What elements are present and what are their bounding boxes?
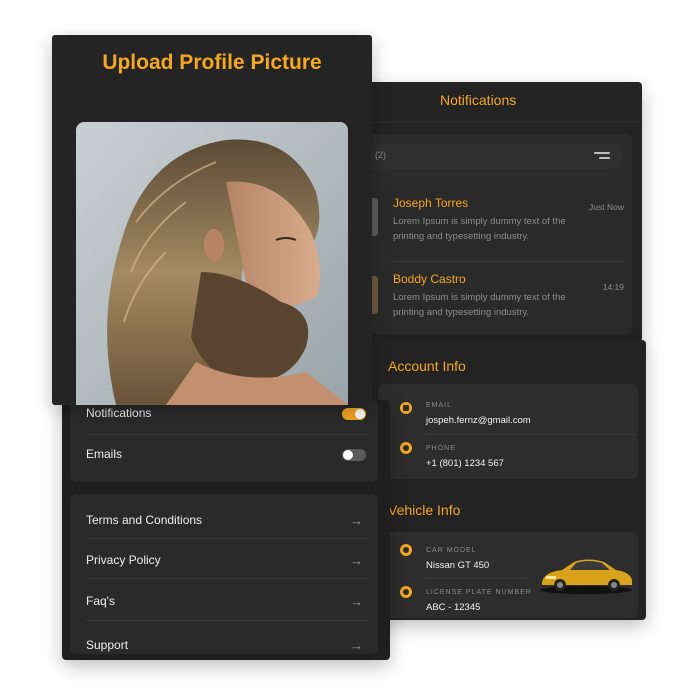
vehicle-info-title: Vehicle Info bbox=[388, 502, 461, 518]
upload-profile-screen: Upload Profile Picture bbox=[52, 35, 372, 405]
arrow-right-icon[interactable]: → bbox=[350, 595, 364, 608]
email-label: EMAIL bbox=[426, 402, 453, 409]
account-info-panel: EMAIL jospeh.fernz@gmail.com PHONE +1 (8… bbox=[378, 384, 638, 479]
settings-screen: Notifications Emails Terms and Condition… bbox=[62, 400, 390, 660]
car-model-icon bbox=[400, 544, 412, 556]
notifications-panel: y (2) Joseph Torres Lorem Ipsum is simpl… bbox=[350, 134, 632, 334]
car-model-label: CAR MODEL bbox=[426, 547, 477, 554]
divider bbox=[426, 434, 636, 435]
emails-toggle[interactable] bbox=[342, 449, 366, 461]
divider bbox=[86, 538, 368, 539]
account-screen: Account Info EMAIL jospeh.fernz@gmail.co… bbox=[370, 340, 646, 620]
divider bbox=[86, 578, 368, 579]
license-plate-label: LICENSE PLATE NUMBER bbox=[426, 589, 532, 596]
faq-link[interactable]: Faq's bbox=[86, 594, 115, 608]
notification-message: Lorem Ipsum is simply dummy text of the … bbox=[393, 216, 566, 242]
notification-item[interactable]: Joseph Torres Lorem Ipsum is simply dumm… bbox=[350, 182, 632, 258]
notifications-search-bar[interactable]: y (2) bbox=[350, 144, 622, 170]
toggle-knob bbox=[343, 450, 353, 460]
license-plate-value: ABC - 12345 bbox=[426, 602, 481, 613]
notifications-title: Notifications bbox=[440, 92, 517, 108]
email-value[interactable]: jospeh.fernz@gmail.com bbox=[426, 415, 531, 426]
notification-message: Lorem Ipsum is simply dummy text of the … bbox=[393, 292, 566, 318]
notification-time: Just Now bbox=[589, 202, 624, 212]
notifications-toggle[interactable] bbox=[342, 408, 366, 420]
notification-time: 14:19 bbox=[602, 282, 624, 292]
phone-icon bbox=[400, 442, 412, 454]
profile-photo-image bbox=[76, 122, 348, 405]
phone-label: PHONE bbox=[426, 445, 456, 452]
privacy-link[interactable]: Privacy Policy bbox=[86, 553, 161, 567]
car-model-value: Nissan GT 450 bbox=[426, 560, 490, 571]
vehicle-info-panel: CAR MODEL Nissan GT 450 LICENSE PLATE NU… bbox=[378, 532, 638, 618]
terms-link[interactable]: Terms and Conditions bbox=[86, 513, 202, 527]
car-image bbox=[540, 559, 632, 594]
notifications-header: Notifications bbox=[350, 82, 642, 123]
notification-item[interactable]: Boddy Castro Lorem Ipsum is simply dummy… bbox=[350, 262, 632, 332]
toggle-knob bbox=[355, 409, 365, 419]
emails-toggle-label: Emails bbox=[86, 447, 123, 461]
support-link[interactable]: Support bbox=[86, 638, 128, 652]
divider bbox=[426, 578, 526, 579]
divider bbox=[86, 434, 368, 435]
notification-name: Joseph Torres bbox=[393, 196, 469, 210]
arrow-right-icon[interactable]: → bbox=[350, 554, 364, 567]
notification-name: Boddy Castro bbox=[393, 272, 466, 286]
notifications-screen: Notifications y (2) Joseph Torres Lorem … bbox=[350, 82, 642, 342]
email-icon bbox=[400, 402, 412, 414]
profile-photo[interactable] bbox=[76, 122, 348, 405]
page-title: Upload Profile Picture bbox=[102, 51, 322, 74]
phone-value[interactable]: +1 (801) 1234 567 bbox=[426, 458, 504, 469]
arrow-right-icon[interactable]: → bbox=[350, 514, 364, 527]
divider bbox=[86, 620, 368, 621]
filter-icon[interactable] bbox=[594, 152, 610, 162]
arrow-right-icon[interactable]: → bbox=[350, 639, 364, 652]
account-info-title: Account Info bbox=[388, 358, 466, 374]
license-plate-icon bbox=[400, 586, 412, 598]
notifications-toggle-label: Notifications bbox=[86, 406, 152, 420]
